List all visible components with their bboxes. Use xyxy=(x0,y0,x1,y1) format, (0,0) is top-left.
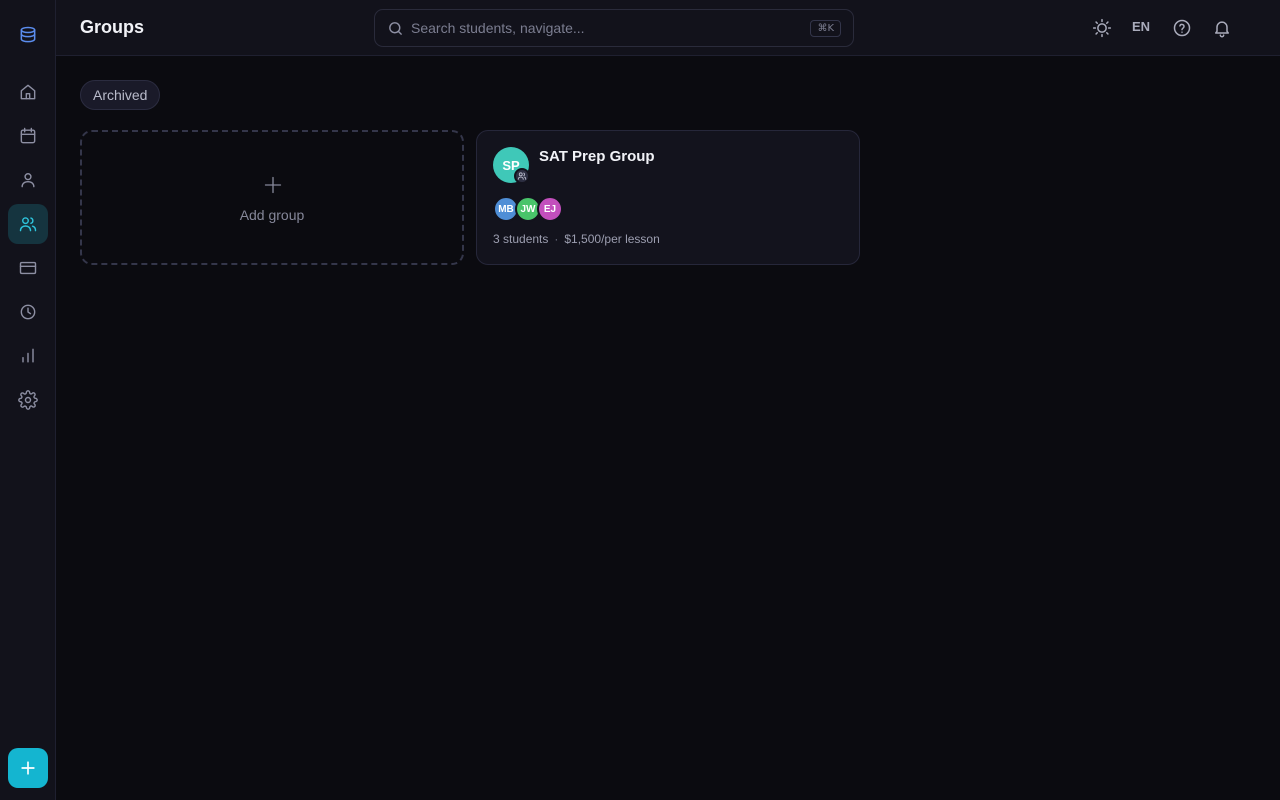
sidebar-item-students[interactable] xyxy=(8,160,48,200)
sidebar-item-payments[interactable] xyxy=(8,248,48,288)
add-group-card[interactable]: Add group xyxy=(80,130,464,265)
member-avatar: EJ xyxy=(537,196,563,222)
help-icon xyxy=(1173,19,1191,37)
group-meta: 3 students · $1,500/per lesson xyxy=(493,232,660,246)
sidebar-item-settings[interactable] xyxy=(8,380,48,420)
student-count: 3 students xyxy=(493,232,549,246)
plus-icon xyxy=(21,761,35,775)
search-input[interactable] xyxy=(411,18,791,38)
sun-icon xyxy=(1092,18,1112,38)
sidebar-item-reports[interactable] xyxy=(8,336,48,376)
search-bar[interactable]: ⌘K xyxy=(374,9,854,47)
bell-icon xyxy=(1215,21,1229,38)
gear-icon xyxy=(18,390,38,410)
bar-chart-icon xyxy=(22,348,34,363)
sidebar-item-home[interactable] xyxy=(8,72,48,112)
group-badge-icon xyxy=(514,168,530,184)
group-price: $1,500/per lesson xyxy=(564,232,660,246)
meta-separator: · xyxy=(554,232,559,246)
page-title: Groups xyxy=(80,17,145,37)
search-icon xyxy=(389,22,402,35)
notifications-button[interactable] xyxy=(1210,16,1234,40)
help-button[interactable] xyxy=(1170,16,1194,40)
user-icon xyxy=(21,173,35,188)
group-card[interactable]: SP SAT Prep Group MB JW EJ 3 students · $1… xyxy=(476,130,860,265)
group-name: SAT Prep Group xyxy=(539,148,655,165)
add-new-button[interactable] xyxy=(8,748,48,788)
clock-icon xyxy=(20,304,36,320)
home-icon xyxy=(20,84,36,100)
language-switcher[interactable]: EN xyxy=(1132,19,1150,34)
sidebar-item-groups[interactable] xyxy=(8,204,48,244)
sidebar-item-calendar[interactable] xyxy=(8,116,48,156)
sidebar xyxy=(0,0,56,800)
credit-card-icon xyxy=(19,261,37,275)
add-group-label: Add group xyxy=(239,207,305,223)
plus-icon xyxy=(264,176,282,194)
sidebar-item-history[interactable] xyxy=(8,292,48,332)
users-icon xyxy=(19,217,37,232)
shortcut-hint: ⌘K xyxy=(810,20,841,37)
logo-icon[interactable] xyxy=(16,24,40,46)
archived-filter-chip[interactable]: Archived xyxy=(80,80,161,110)
calendar-icon xyxy=(20,127,36,144)
top-header: Groups ⌘K EN xyxy=(56,0,1280,56)
theme-toggle-button[interactable] xyxy=(1090,16,1114,40)
